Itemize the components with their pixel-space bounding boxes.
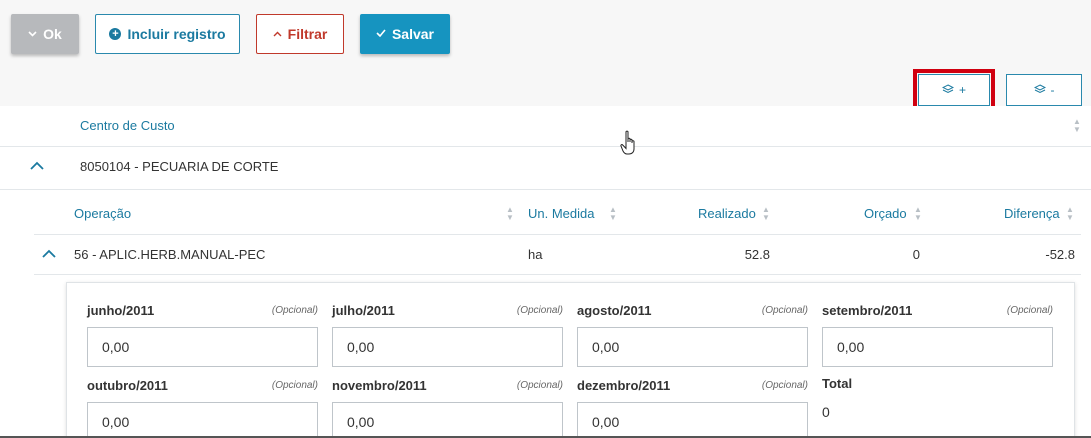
cost-center-row: 8050104 - PECUARIA DE CORTE	[80, 159, 279, 174]
ok-button[interactable]: Ok	[11, 14, 79, 54]
sort-icon[interactable]: ▲ ▼	[609, 206, 617, 222]
field-label: novembro/2011	[332, 378, 427, 393]
divider	[0, 146, 1091, 147]
julho-input[interactable]	[332, 327, 563, 367]
column-header-realizado[interactable]: Realizado	[698, 206, 756, 221]
ok-button-label: Ok	[43, 26, 62, 42]
diferenca-value: -52.8	[1045, 247, 1075, 262]
collapse-all-label: -	[1050, 83, 1055, 97]
sort-icon[interactable]: ▲ ▼	[762, 206, 770, 222]
column-header-operacao[interactable]: Operação	[74, 206, 131, 221]
field-label: outubro/2011	[87, 378, 168, 393]
agosto-input[interactable]	[577, 327, 808, 367]
filter-button[interactable]: Filtrar	[256, 14, 344, 54]
divider	[34, 274, 1081, 275]
field-label: dezembro/2011	[577, 378, 671, 393]
field-label: julho/2011	[332, 303, 395, 318]
optional-hint: (Opcional)	[271, 305, 318, 316]
layers-icon	[1033, 83, 1046, 97]
junho-input[interactable]	[87, 327, 318, 367]
optional-hint: (Opcional)	[516, 305, 563, 316]
optional-hint: (Opcional)	[761, 305, 808, 316]
total-label: Total	[822, 376, 853, 391]
chevron-down-icon	[28, 29, 37, 40]
save-button-label: Salvar	[391, 26, 435, 42]
total-value: 0	[822, 404, 830, 420]
collapse-all-button[interactable]: -	[1006, 74, 1082, 106]
divider	[0, 189, 1091, 190]
add-record-button-label: Incluir registro	[127, 26, 226, 42]
hand-cursor-icon	[620, 130, 635, 155]
field-label: agosto/2011	[577, 303, 652, 318]
column-header-orcado[interactable]: Orçado	[864, 206, 907, 221]
orcado-value: 0	[912, 247, 920, 262]
collapse-chevron-icon[interactable]	[30, 157, 44, 173]
expand-all-button[interactable]: +	[918, 74, 990, 106]
chevron-up-icon	[273, 29, 282, 40]
sort-icon[interactable]: ▲ ▼	[1066, 206, 1074, 222]
field-label: junho/2011	[87, 303, 155, 318]
collapse-chevron-icon[interactable]	[42, 246, 56, 261]
outubro-input[interactable]	[87, 402, 318, 438]
dezembro-input[interactable]	[577, 402, 808, 438]
monthly-values-form: junho/2011 (Opcional) julho/2011 (Opcion…	[66, 282, 1075, 438]
save-button[interactable]: Salvar	[360, 14, 450, 54]
sort-icon[interactable]: ▲ ▼	[1073, 118, 1081, 134]
setembro-input[interactable]	[822, 327, 1053, 367]
add-record-button[interactable]: + Incluir registro	[95, 14, 240, 54]
results-panel: Centro de Custo ▲ ▼ 8050104 - PECUARIA DE…	[0, 106, 1091, 438]
operation-name: 56 - APLIC.HERB.MANUAL-PEC	[74, 247, 266, 262]
plus-circle-icon: +	[109, 28, 122, 40]
layers-icon	[941, 83, 955, 97]
sort-icon[interactable]: ▲ ▼	[506, 206, 514, 222]
optional-hint: (Opcional)	[761, 380, 808, 391]
optional-hint: (Opcional)	[1006, 305, 1053, 316]
divider	[34, 234, 1081, 235]
column-header-centro-custo[interactable]: Centro de Custo	[80, 118, 175, 133]
column-header-un-medida[interactable]: Un. Medida	[528, 206, 594, 221]
filter-button-label: Filtrar	[287, 26, 328, 42]
sort-icon[interactable]: ▲ ▼	[914, 206, 922, 222]
realizado-value: 52.8	[744, 247, 770, 262]
column-header-diferenca[interactable]: Diferença	[1004, 206, 1060, 221]
optional-hint: (Opcional)	[271, 380, 318, 391]
unit-value: ha	[528, 247, 543, 262]
check-icon	[376, 28, 386, 40]
optional-hint: (Opcional)	[516, 380, 563, 391]
field-label: setembro/2011	[822, 303, 913, 318]
novembro-input[interactable]	[332, 402, 563, 438]
expand-all-label: +	[958, 83, 966, 97]
